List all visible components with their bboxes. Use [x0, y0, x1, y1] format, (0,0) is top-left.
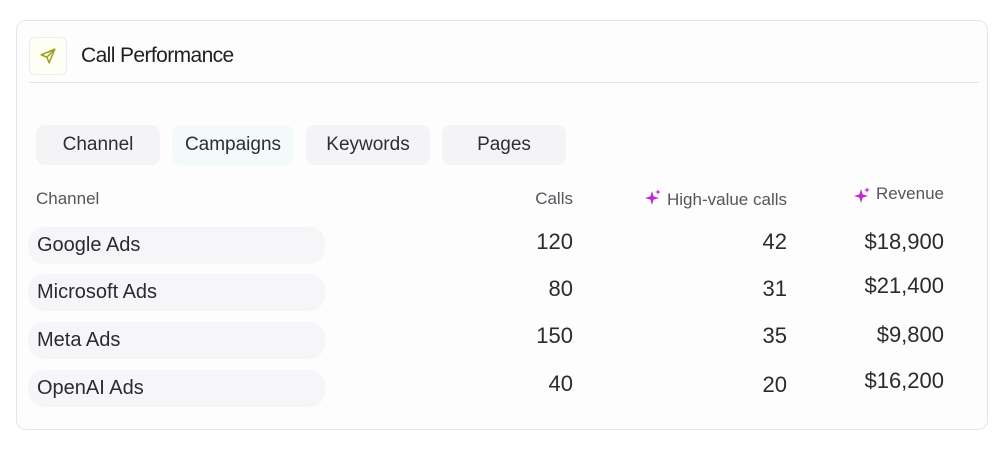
table-cell-high-value: 42: [762, 229, 787, 254]
tab-keywords[interactable]: Keywords: [306, 125, 430, 165]
table-cell-high-value: 20: [762, 372, 787, 397]
tab-pages[interactable]: Pages: [442, 125, 566, 165]
column-header-revenue[interactable]: Revenue: [800, 184, 944, 205]
column-header-revenue-label: Revenue: [875, 184, 944, 203]
sparkle-icon: [645, 189, 661, 205]
column-header-calls[interactable]: Calls: [500, 189, 573, 209]
column-header-high-value-label: High-value calls: [667, 190, 787, 209]
table-row-channel[interactable]: Microsoft Ads: [28, 274, 325, 311]
table-cell-calls: 150: [536, 323, 573, 348]
table-cell-revenue: $21,400: [864, 273, 944, 298]
column-header-channel[interactable]: Channel: [36, 189, 99, 209]
table-row-channel[interactable]: Google Ads: [28, 227, 325, 264]
card-header: Call Performance: [29, 35, 979, 83]
table-cell-high-value: 35: [762, 323, 787, 348]
column-header-high-value[interactable]: High-value calls: [600, 189, 787, 210]
table-row-channel[interactable]: Meta Ads: [28, 322, 325, 359]
table-cell-revenue: $9,800: [876, 322, 944, 347]
table-cell-revenue: $18,900: [864, 229, 944, 254]
tab-bar: Channel Campaigns Keywords Pages: [36, 125, 566, 165]
table-cell-high-value: 31: [762, 276, 787, 301]
tab-channel[interactable]: Channel: [36, 125, 160, 165]
tab-campaigns[interactable]: Campaigns: [172, 125, 294, 165]
table-cell-calls: 120: [536, 229, 573, 254]
table-cell-calls: 80: [548, 276, 573, 301]
table-cell-calls: 40: [548, 371, 573, 396]
sparkle-icon: [853, 187, 870, 203]
page-title: Call Performance: [81, 44, 234, 67]
send-icon: [29, 37, 67, 75]
table-row-channel[interactable]: OpenAI Ads: [28, 370, 325, 407]
table-cell-revenue: $16,200: [864, 368, 944, 393]
